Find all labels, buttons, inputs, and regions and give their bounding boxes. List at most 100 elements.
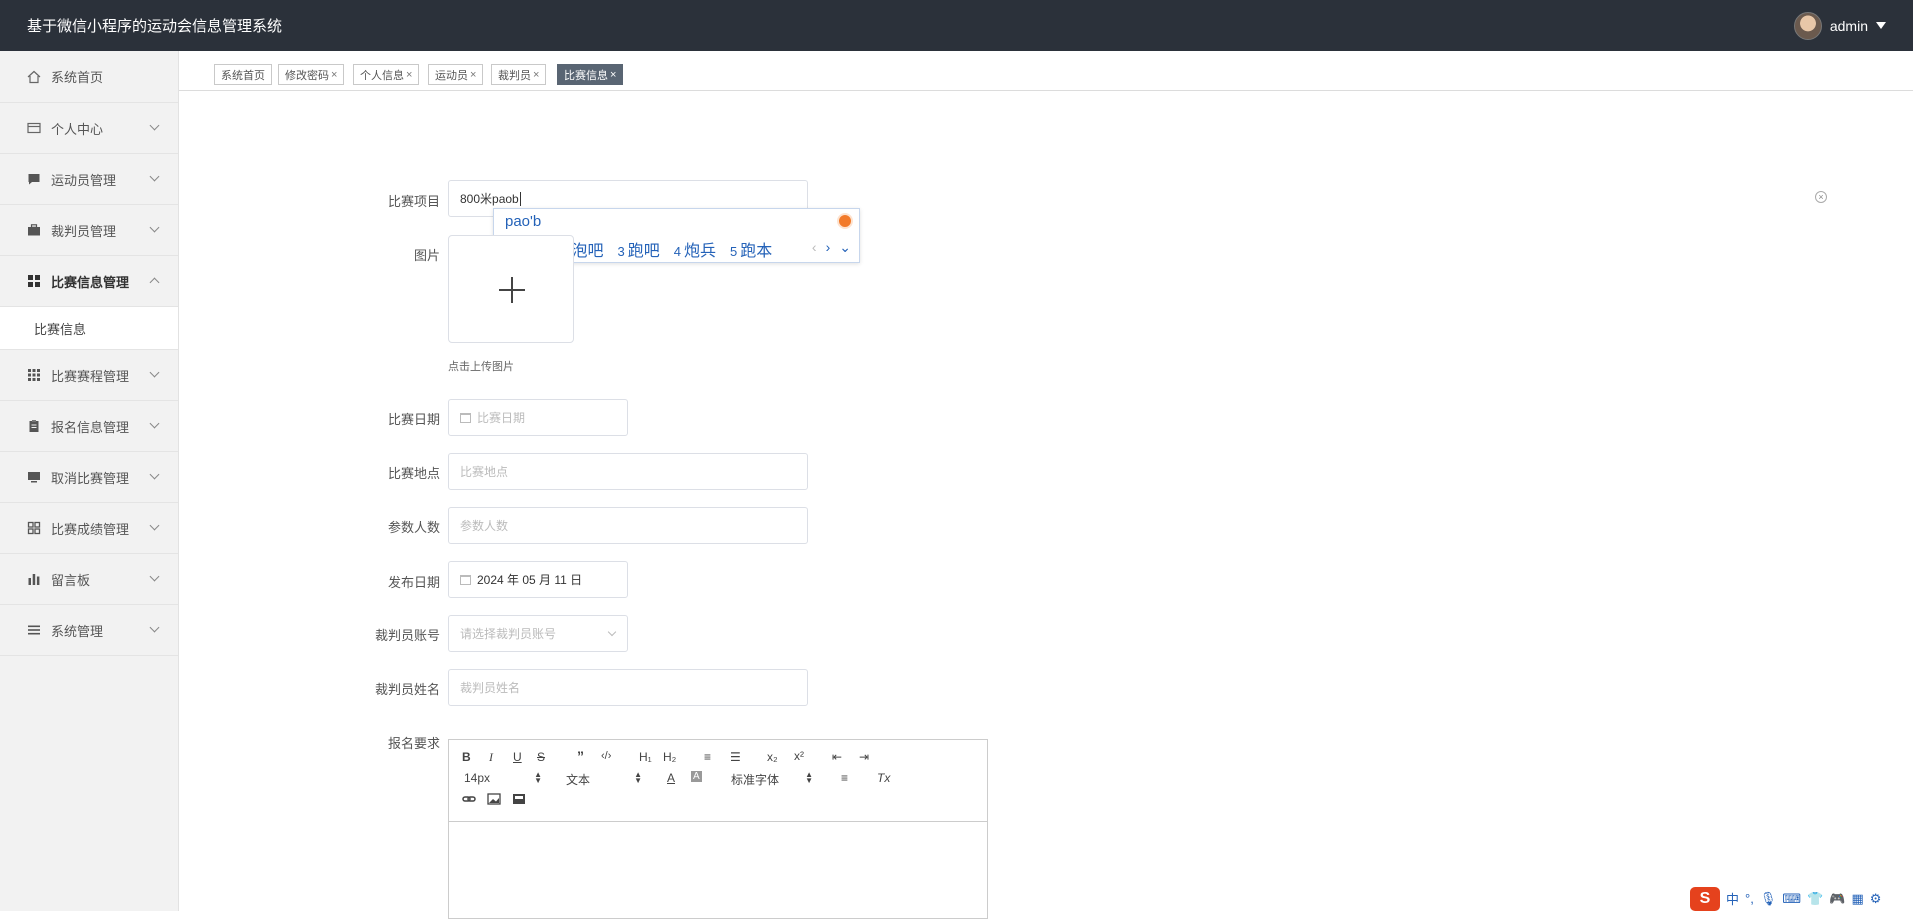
place-input[interactable]: 比赛地点 [448,453,808,490]
tab-competition-info[interactable]: 比赛信息 × [557,64,624,85]
candidate-text: 跑本 [740,243,773,260]
chevron-down-icon [149,622,160,633]
chevron-down-icon [149,520,160,531]
referee-name-input[interactable]: 裁判员姓名 [448,669,808,706]
home-icon [27,70,41,84]
background-color-icon[interactable]: A [691,771,702,782]
gamepad-icon[interactable]: 🎮 [1829,891,1845,907]
block-format-value: 文本 [566,773,591,787]
outdent-icon[interactable]: ⇤ [832,750,842,764]
sogou-logo-icon[interactable]: S [1690,886,1720,911]
sidebar-item-label: 取消比赛管理 [51,470,130,486]
sidebar-item-label: 报名信息管理 [51,419,130,435]
candidate-text: 炮兵 [683,243,716,260]
link-icon[interactable] [462,793,476,808]
sidebar-subitem-competition-info[interactable]: 比赛信息 [0,307,178,350]
clear-format-icon[interactable]: Tx [877,771,890,785]
avatar[interactable] [1793,11,1822,40]
tab-change-password[interactable]: 修改密码 × [278,64,345,85]
sidebar-item-referees[interactable]: 裁判员管理 [0,205,178,256]
user-menu[interactable]: admin [1793,11,1886,40]
date-placeholder: 比赛日期 [477,411,526,425]
close-icon[interactable]: × [331,69,337,81]
tab-athletes[interactable]: 运动员 × [428,64,484,85]
close-icon[interactable]: × [406,69,412,81]
date-label: 比赛日期 [387,412,440,427]
tab-home[interactable]: 系统首页 [214,64,272,85]
referee-account-select[interactable]: 请选择裁判员账号 [448,615,628,652]
underline-icon[interactable]: U [513,750,522,764]
sidebar-item-personal-center[interactable]: 个人中心 [0,103,178,154]
publish-date-picker[interactable]: 2024 年 05 月 11 日 [448,561,628,598]
code-icon[interactable]: ‹/› [601,750,611,762]
ime-mode[interactable]: 中 [1726,889,1739,908]
image-icon[interactable] [487,793,501,808]
subscript-icon[interactable]: x₂ [767,750,778,764]
sidebar-item-message-board[interactable]: 留言板 [0,554,178,605]
referee-account-label: 裁判员账号 [374,628,440,643]
heading1-icon[interactable]: H₁ [639,750,652,764]
sidebar-item-athletes[interactable]: 运动员管理 [0,154,178,205]
date-picker[interactable]: 比赛日期 [448,399,628,436]
sidebar-item-home[interactable]: 系统首页 [0,51,178,103]
sogou-logo-icon [837,213,853,229]
close-icon[interactable]: × [470,69,476,81]
grid-icon [27,274,41,288]
sidebar-item-system[interactable]: 系统管理 [0,605,178,656]
close-circle-icon[interactable]: × [1815,191,1827,203]
tab-referees[interactable]: 裁判员 × [491,64,547,85]
align-icon[interactable]: ≡ [841,771,848,785]
caret-down-icon[interactable] [1876,22,1886,29]
blockquote-icon[interactable]: ” [577,748,584,764]
candidate-num: 3 [617,244,625,259]
close-icon[interactable]: × [610,69,616,81]
sidebar-item-label: 比赛信息管理 [51,274,130,290]
sidebar-item-schedule[interactable]: 比赛赛程管理 [0,350,178,401]
close-icon[interactable]: × [533,69,539,81]
chevron-down-icon [149,222,160,233]
punctuation-icon[interactable]: °, [1745,891,1754,906]
ime-candidate[interactable]: 4 炮兵 [674,237,716,261]
rich-text-editor: B I U S ” ‹/› H₁ H₂ ≡ ☰ x₂ x² ⇤ ⇥ 14px ▲ ▼… [448,739,988,919]
expand-icon[interactable]: ⌄ [839,239,851,256]
count-input[interactable]: 参数人数 [448,507,808,544]
heading2-icon[interactable]: H₂ [663,750,676,764]
sidebar: 系统首页 个人中心 运动员管理 裁判员管理 比赛信息管理 比赛信息 比赛赛程管理 [0,51,179,911]
username[interactable]: admin [1830,18,1868,34]
settings-icon[interactable]: ⚙ [1870,891,1882,907]
sidebar-item-cancel-competition[interactable]: 取消比赛管理 [0,452,178,503]
tab-personal-info[interactable]: 个人信息 × [353,64,420,85]
prev-page-icon[interactable]: ‹ [812,239,817,256]
ordered-list-icon[interactable]: ≡ [704,750,711,764]
image-upload[interactable] [448,235,574,343]
tab-label: 修改密码 [285,69,329,82]
keyboard-icon[interactable]: ⌨ [1782,891,1801,907]
tab-label: 比赛信息 [564,69,608,82]
ime-nav: ‹ › ⌄ [812,239,851,256]
bullet-list-icon[interactable]: ☰ [730,750,741,764]
skin-icon[interactable]: 👕 [1807,891,1823,907]
sidebar-item-label: 比赛成绩管理 [51,521,130,537]
publish-date-value: 2024 年 05 月 11 日 [477,573,583,587]
video-icon[interactable] [512,793,526,808]
ime-candidate[interactable]: 3 跑吧 [618,237,660,261]
font-size-select[interactable]: 14px ▲ ▼ [464,771,542,786]
sidebar-item-competition-info[interactable]: 比赛信息管理 [0,256,178,307]
next-page-icon[interactable]: › [826,239,831,256]
ime-candidate[interactable]: 5 跑本 [730,237,772,261]
superscript-icon[interactable]: x² [794,749,804,763]
indent-icon[interactable]: ⇥ [859,750,869,764]
font-color-icon[interactable]: A [667,771,675,785]
sidebar-item-results[interactable]: 比赛成绩管理 [0,503,178,554]
candidate-text: 泡吧 [571,243,604,260]
strikethrough-icon[interactable]: S [537,750,545,764]
bold-icon[interactable]: B [462,750,471,764]
sidebar-item-registration[interactable]: 报名信息管理 [0,401,178,452]
block-format-select[interactable]: 文本 ▲ ▼ [566,771,642,788]
microphone-icon[interactable]: 🎙 [1760,891,1777,907]
font-family-select[interactable]: 标准字体 ▲ ▼ [731,771,813,788]
calendar-icon [460,574,471,585]
toolbox-icon[interactable]: ▦ [1851,891,1863,907]
sidebar-item-label: 运动员管理 [51,172,117,188]
italic-icon[interactable]: I [489,750,493,765]
